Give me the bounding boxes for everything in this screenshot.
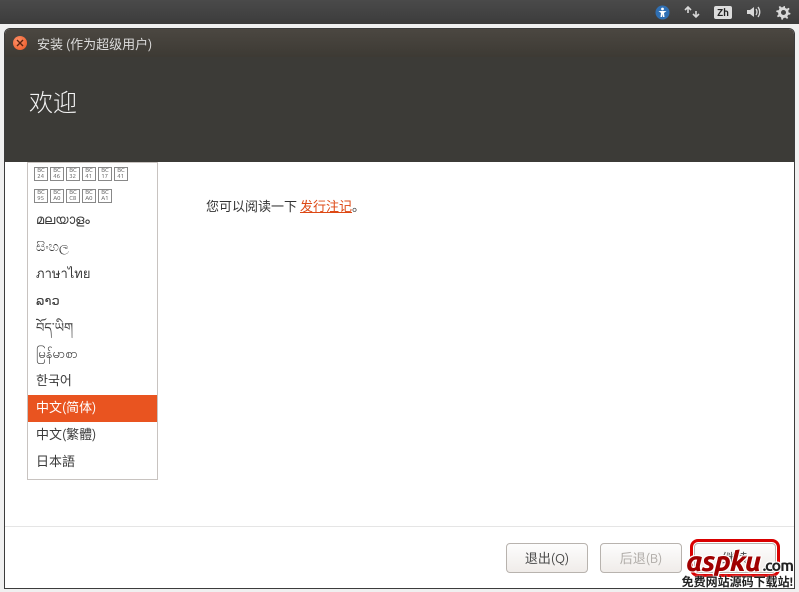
list-item[interactable]: ภาษาไทย [28, 261, 157, 288]
installer-window: 安装 (作为超级用户) 欢迎 BC24BC46BC32BC41BC17BC41 … [4, 28, 795, 589]
list-item[interactable]: မြန်မာစာ [28, 341, 157, 368]
notes-suffix: 。 [352, 200, 365, 214]
list-item[interactable]: BC24BC46BC32BC41BC17BC41 [28, 163, 157, 185]
back-button[interactable]: 后退(B) [600, 543, 682, 573]
header-panel: 欢迎 [5, 57, 794, 162]
list-item[interactable]: 한국어 [28, 368, 157, 395]
release-notes-text: 您可以阅读一下 发行注记。 [158, 162, 365, 526]
list-item[interactable]: 日本語 [28, 449, 157, 476]
volume-icon[interactable] [746, 5, 762, 19]
footer-buttons: 退出(Q) 后退(B) 继续 [5, 526, 794, 588]
quit-button[interactable]: 退出(Q) [506, 543, 588, 573]
accessibility-icon[interactable] [655, 5, 670, 20]
notes-prefix: 您可以阅读一下 [206, 200, 300, 214]
release-notes-link[interactable]: 发行注记 [300, 200, 352, 214]
continue-button[interactable]: 继续 [694, 543, 776, 573]
network-icon[interactable] [684, 5, 700, 19]
list-item[interactable]: 中文(简体) [28, 395, 157, 422]
list-item[interactable]: සිංහල [28, 234, 157, 261]
window-titlebar: 安装 (作为超级用户) [5, 29, 794, 57]
list-item[interactable]: 中文(繁體) [28, 422, 157, 449]
language-list[interactable]: BC24BC46BC32BC41BC17BC41 BC95BCA0BCC8BCA… [27, 162, 158, 480]
window-title: 安装 (作为超级用户) [37, 34, 152, 53]
settings-gear-icon[interactable] [776, 5, 791, 20]
system-tray: Zh [0, 0, 799, 24]
content-area: BC24BC46BC32BC41BC17BC41 BC95BCA0BCC8BCA… [5, 162, 794, 526]
window-close-button[interactable] [13, 36, 27, 50]
input-method-indicator[interactable]: Zh [714, 6, 732, 19]
list-item[interactable]: BC95BCA0BCC8BCA0BCA1 [28, 185, 157, 207]
list-item[interactable]: བོད་ཡིག [28, 315, 157, 342]
list-item[interactable]: മലയാളം [28, 207, 157, 234]
list-item[interactable]: ລາວ [28, 288, 157, 315]
page-title: 欢迎 [29, 83, 770, 118]
